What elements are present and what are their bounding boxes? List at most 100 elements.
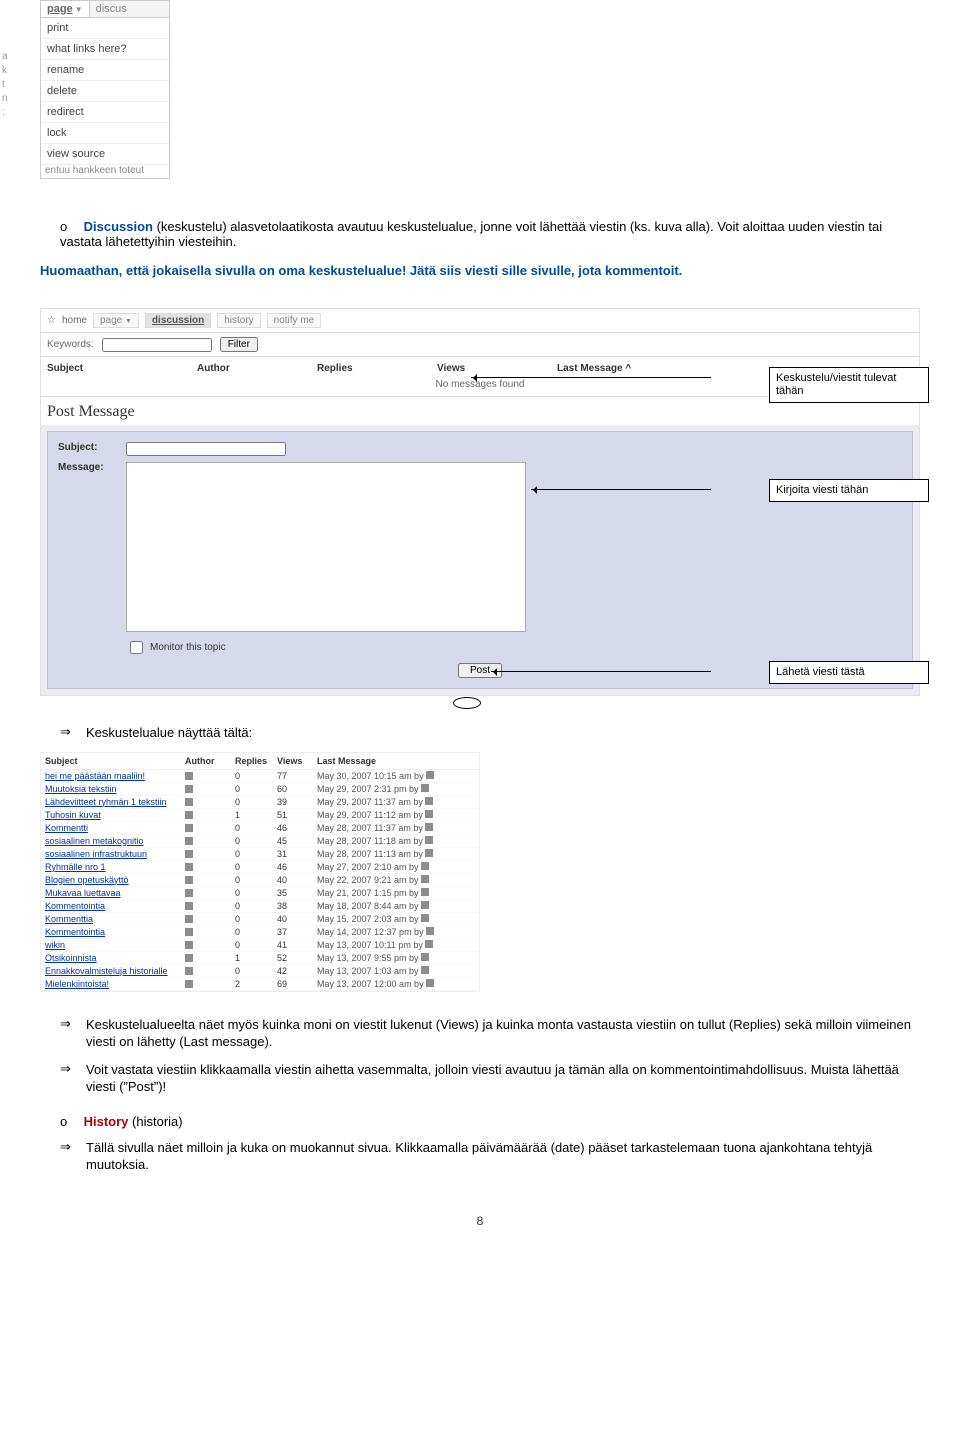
home-link[interactable]: home <box>62 315 87 326</box>
tab-history[interactable]: history <box>217 313 260 328</box>
table-row: Kommentointia038May 18, 2007 8:44 am by <box>41 900 479 913</box>
replies-cell: 0 <box>235 836 277 846</box>
subject-link[interactable]: Ryhmälle nro 1 <box>45 862 185 872</box>
tab-discussion[interactable]: discussion <box>145 313 211 328</box>
subject-link[interactable]: Lähdeviitteet ryhmän 1 tekstiin <box>45 797 185 807</box>
last-message-cell: May 27, 2007 2:10 am by <box>317 862 475 872</box>
arrow-to-textbox <box>531 489 711 490</box>
user-icon <box>185 785 193 793</box>
table-row: Mielenkiintoista!269May 13, 2007 12:00 a… <box>41 978 479 991</box>
history-paragraph: ⇒ Tällä sivulla näet milloin ja kuka on … <box>60 1139 920 1174</box>
last-message-cell: May 29, 2007 11:12 am by <box>317 810 475 820</box>
replies-cell: 0 <box>235 940 277 950</box>
author-cell <box>185 797 235 807</box>
discuss-tab-partial[interactable]: discus <box>90 1 133 17</box>
page-menu-dropdown: page ▼ discus print what links here? ren… <box>40 0 170 179</box>
user-icon <box>421 888 429 896</box>
col-views: Views <box>437 363 557 374</box>
user-icon <box>185 798 193 806</box>
replies-cell: 0 <box>235 966 277 976</box>
user-icon <box>425 823 433 831</box>
last-message-cell: May 29, 2007 11:37 am by <box>317 797 475 807</box>
menu-item-rename[interactable]: rename <box>41 60 169 81</box>
discussion-list-screenshot: Subject Author Replies Views Last Messag… <box>40 752 480 992</box>
user-icon <box>425 849 433 857</box>
subject-link[interactable]: Blogien opetuskäyttö <box>45 875 185 885</box>
user-icon <box>185 980 193 988</box>
table-row: sosiaalinen metakognitio045May 28, 2007 … <box>41 835 479 848</box>
views-cell: 37 <box>277 927 317 937</box>
table-row: Blogien opetuskäyttö040May 22, 2007 9:21… <box>41 874 479 887</box>
monitor-checkbox[interactable] <box>130 641 143 654</box>
filter-button[interactable]: Filter <box>220 337 258 352</box>
menu-item-lock[interactable]: lock <box>41 123 169 144</box>
message-textarea[interactable] <box>126 462 526 632</box>
views-cell: 60 <box>277 784 317 794</box>
page-tab[interactable]: page ▼ <box>41 1 90 17</box>
subject-link[interactable]: Muutoksia tekstiin <box>45 784 185 794</box>
user-icon <box>421 875 429 883</box>
user-icon <box>185 811 193 819</box>
user-icon <box>185 967 193 975</box>
col-author: Author <box>197 363 317 374</box>
col-subject: Subject <box>45 756 185 766</box>
author-cell <box>185 875 235 885</box>
last-message-cell: May 14, 2007 12:37 pm by <box>317 927 475 937</box>
menu-item-delete[interactable]: delete <box>41 81 169 102</box>
subject-link[interactable]: Kommenttia <box>45 914 185 924</box>
subject-link[interactable]: Tuhosin kuvat <box>45 810 185 820</box>
menu-item-links-here[interactable]: what links here? <box>41 39 169 60</box>
arrow-to-messages <box>471 377 711 378</box>
col-subject: Subject <box>47 363 197 374</box>
subject-link[interactable]: Otsikoinnista <box>45 953 185 963</box>
last-message-cell: May 30, 2007 10:15 am by <box>317 771 475 781</box>
user-icon <box>185 954 193 962</box>
subject-link[interactable]: sosiaalinen infrastruktuuri <box>45 849 185 859</box>
views-cell: 77 <box>277 771 317 781</box>
replies-cell: 0 <box>235 927 277 937</box>
table-row: Muutoksia tekstiin060May 29, 2007 2:31 p… <box>41 783 479 796</box>
menu-item-print[interactable]: print <box>41 18 169 39</box>
tab-notify[interactable]: notify me <box>267 313 322 328</box>
replies-cell: 0 <box>235 875 277 885</box>
subject-link[interactable]: Kommentti <box>45 823 185 833</box>
replies-cell: 0 <box>235 823 277 833</box>
subject-link[interactable]: Kommentointia <box>45 901 185 911</box>
subject-link[interactable]: hei me päästään maaliin! <box>45 771 185 781</box>
author-cell <box>185 953 235 963</box>
replies-cell: 0 <box>235 771 277 781</box>
views-cell: 42 <box>277 966 317 976</box>
tab-page[interactable]: page ▼ <box>93 313 139 328</box>
replies-cell: 0 <box>235 901 277 911</box>
subject-link[interactable]: Mielenkiintoista! <box>45 979 185 989</box>
user-icon <box>426 979 434 987</box>
user-icon <box>425 810 433 818</box>
author-cell <box>185 862 235 872</box>
table-row: Kommenttia040May 15, 2007 2:03 am by <box>41 913 479 926</box>
menu-item-redirect[interactable]: redirect <box>41 102 169 123</box>
user-icon <box>421 901 429 909</box>
subject-link[interactable]: Ennakkovalmisteluja historialle <box>45 966 185 976</box>
table-row: hei me päästään maaliin! 077May 30, 2007 … <box>41 770 479 783</box>
views-cell: 46 <box>277 862 317 872</box>
subject-link[interactable]: wikin <box>45 940 185 950</box>
keywords-label: Keywords: <box>47 339 94 350</box>
subject-link[interactable]: Mukavaa luettavaa <box>45 888 185 898</box>
replies-cell: 2 <box>235 979 277 989</box>
subject-input[interactable] <box>126 442 286 456</box>
keywords-input[interactable] <box>102 338 212 352</box>
last-message-cell: May 13, 2007 10:11 pm by <box>317 940 475 950</box>
history-heading: o History (historia) <box>60 1114 920 1129</box>
user-icon <box>421 914 429 922</box>
replies-cell: 0 <box>235 849 277 859</box>
truncated-text: entuu hankkeen toteut <box>41 165 169 178</box>
monitor-label: Monitor this topic <box>150 642 226 653</box>
discussion-paragraph: o Discussion (keskustelu) alasvetolaatik… <box>60 219 920 249</box>
subject-link[interactable]: Kommentointia <box>45 927 185 937</box>
menu-item-view-source[interactable]: view source <box>41 144 169 165</box>
callout-send-here: Lähetä viesti tästä <box>769 661 929 684</box>
subject-link[interactable]: sosiaalinen metakognitio <box>45 836 185 846</box>
table-row: Ennakkovalmisteluja historialle042May 13… <box>41 965 479 978</box>
user-icon <box>425 836 433 844</box>
replies-cell: 0 <box>235 888 277 898</box>
